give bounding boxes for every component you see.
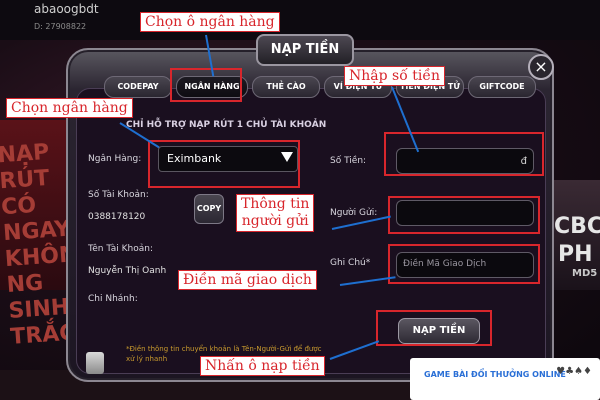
site-watermark-logo: GAME BÀI ĐỔI THƯỞNG ONLINE ♥♣♠♦ — [410, 358, 600, 400]
highlight-submit — [376, 310, 492, 346]
branch-label: Chi Nhánh: — [88, 294, 138, 304]
copy-button[interactable]: COPY — [194, 194, 224, 224]
dialog-title: NẠP TIỀN — [256, 34, 354, 66]
highlight-sender — [388, 196, 540, 234]
annotation-sender-info-line2: người gửi — [241, 213, 309, 229]
account-name-label: Tên Tài Khoản: — [88, 244, 154, 254]
annotation-enter-code: Điền mã giao dịch — [178, 270, 317, 290]
tab-scratch-card[interactable]: THẺ CÀO — [252, 76, 320, 98]
watermark-text: GAME BÀI ĐỔI THƯỞNG ONLINE — [424, 370, 566, 379]
tab-giftcode[interactable]: GIFTCODE — [468, 76, 536, 98]
amount-label: Số Tiền: — [330, 156, 367, 166]
highlight-bank-dropdown — [148, 140, 300, 188]
right-promo-line2: PH — [558, 242, 593, 267]
playing-cards-icon: ♥♣♠♦ — [556, 366, 592, 377]
right-promo-md5: MD5 — [572, 268, 598, 279]
user-id: D: 27908822 — [34, 22, 87, 31]
document-icon — [86, 352, 104, 374]
right-promo-line1: CBC — [554, 214, 600, 239]
single-account-notice: CHỈ HỖ TRỢ NẠP RÚT 1 CHỦ TÀI KHOẢN — [126, 120, 327, 130]
account-number-label: Số Tài Khoản: — [88, 190, 149, 200]
account-number-value: 0388178120 — [88, 212, 146, 222]
note-label: Ghi Chú* — [330, 258, 371, 268]
annotation-choose-bank: Chọn ngân hàng — [6, 98, 133, 118]
annotation-sender-info: Thông tin người gửi — [236, 194, 315, 232]
highlight-bank-tab — [170, 68, 242, 102]
bank-label: Ngân Hàng: — [88, 154, 142, 164]
annotation-choose-bank-tab: Chọn ô ngân hàng — [140, 12, 280, 32]
sender-label: Người Gửi: — [330, 208, 378, 218]
annotation-sender-info-line1: Thông tin — [241, 196, 310, 212]
tab-codepay[interactable]: CODEPAY — [104, 76, 172, 98]
account-name-value: Nguyễn Thị Oanh — [88, 266, 167, 276]
highlight-amount — [384, 132, 544, 176]
username: abaoogbdt — [34, 2, 99, 16]
annotation-enter-amount: Nhập số tiền — [344, 66, 445, 86]
annotation-press-submit: Nhấn ô nạp tiền — [200, 356, 325, 376]
payment-method-tabs: CODEPAY NGÂN HÀNG THẺ CÀO VÍ ĐIỆN TỬ TIỀ… — [96, 76, 536, 98]
highlight-transaction-code — [388, 244, 540, 284]
